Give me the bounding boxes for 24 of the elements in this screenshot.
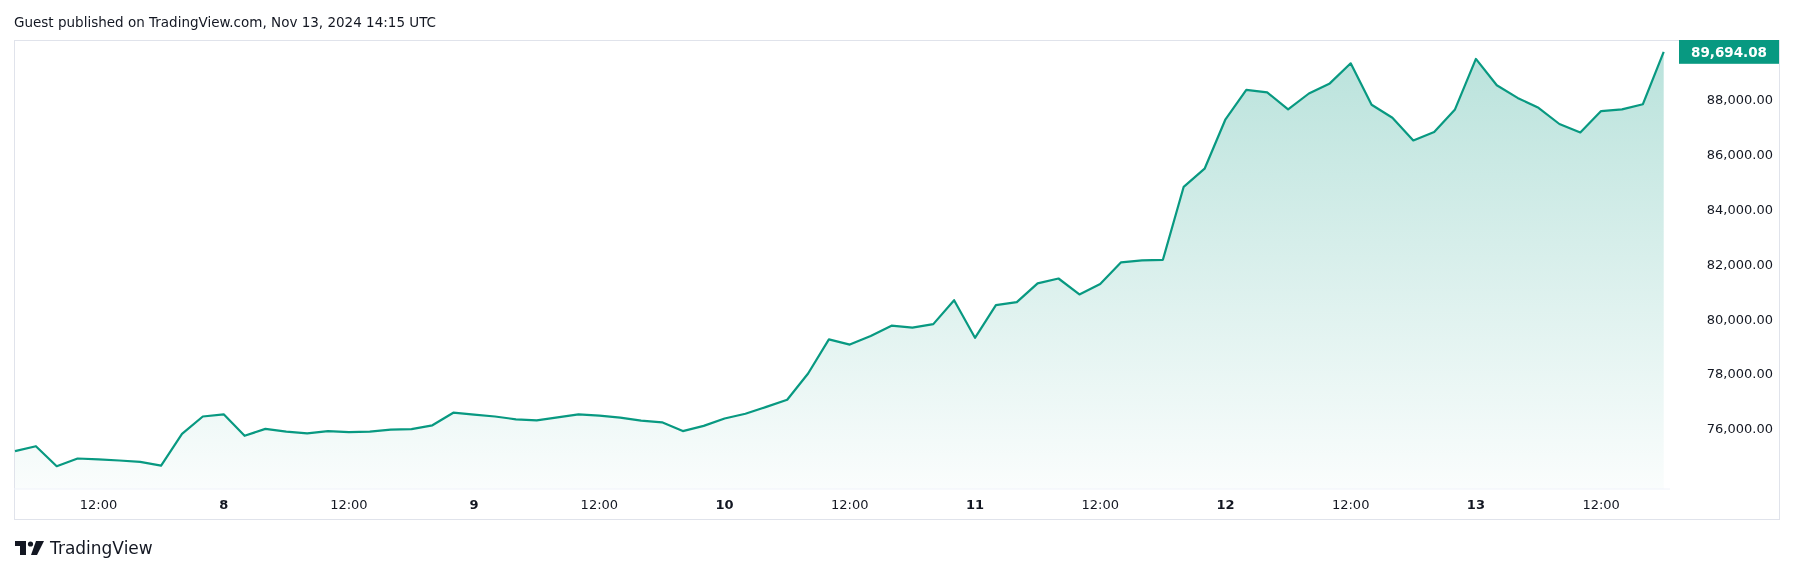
time-axis-label: 12:00 <box>330 497 368 512</box>
time-axis-label: 10 <box>715 497 734 512</box>
time-axis-label: 13 <box>1466 497 1485 512</box>
time-axis-label: 12:00 <box>1582 497 1620 512</box>
time-axis-label: 12:00 <box>1081 497 1119 512</box>
time-axis-label: 9 <box>469 497 479 512</box>
time-axis-label: 11 <box>965 497 985 512</box>
time-axis-label: 12 <box>1216 497 1235 512</box>
time-axis-label: 12:00 <box>79 497 118 512</box>
price-axis-label: 80,000.00 <box>1706 311 1773 327</box>
time-axis-label: 8 <box>219 497 229 512</box>
price-axis-label: 76,000.00 <box>1706 421 1773 437</box>
price-axis-label: 84,000.00 <box>1706 201 1773 217</box>
time-axis-label: 12:00 <box>580 497 619 512</box>
price-axis-label: 82,000.00 <box>1706 256 1773 272</box>
time-axis-label: 12:00 <box>1331 497 1370 512</box>
last-price-badge: 89,694.08 <box>1679 40 1779 64</box>
price-axis-label: 86,000.00 <box>1706 146 1773 162</box>
publish-info: Guest published on TradingView.com, Nov 13, 2024 14:15 UTC <box>14 14 437 30</box>
price-axis-label: 88,000.00 <box>1706 92 1773 107</box>
logo-text: TradingView <box>50 538 153 558</box>
price-axis-label: 78,000.00 <box>1706 366 1773 382</box>
logo-icon <box>15 541 44 555</box>
time-axis-label: 12:00 <box>831 497 869 512</box>
